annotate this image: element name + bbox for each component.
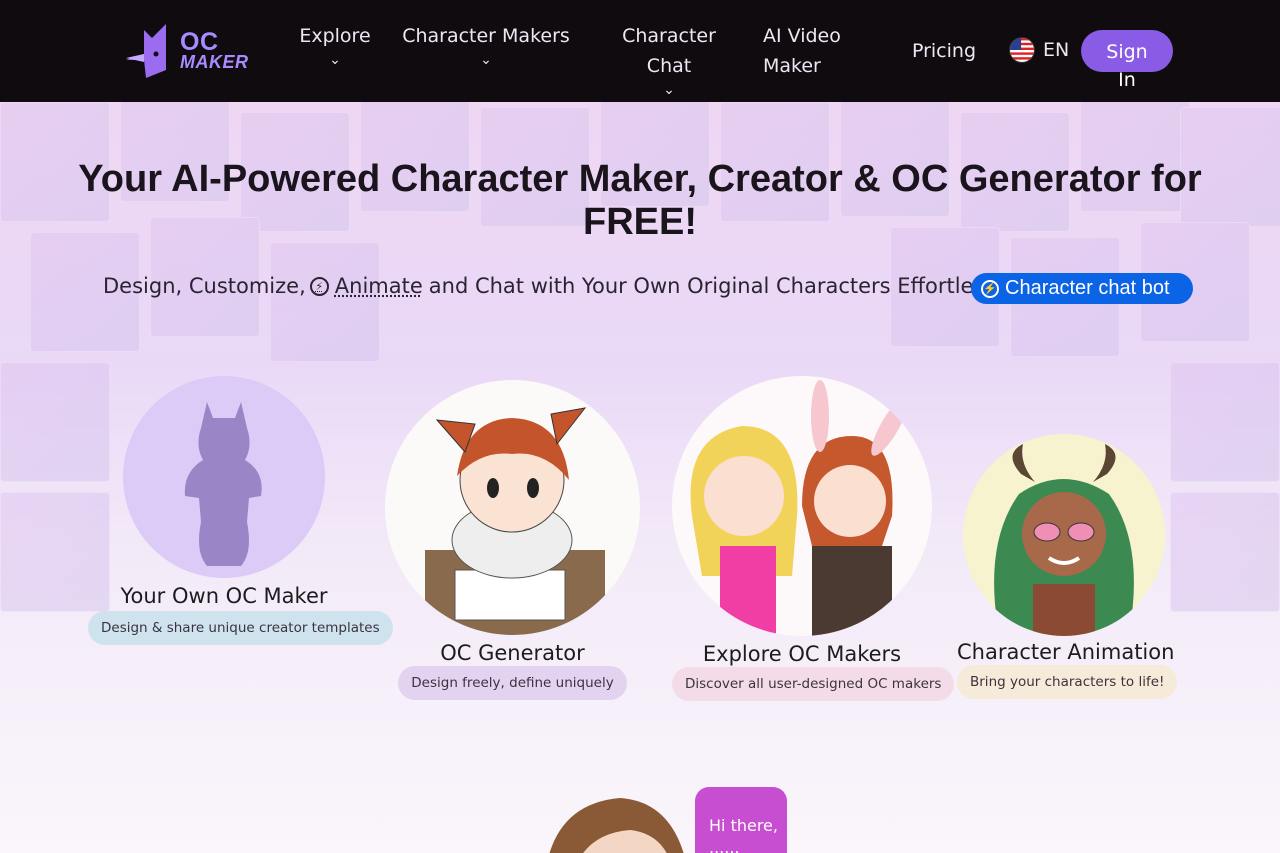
nav-ai-video-maker[interactable]: AI Video Maker <box>763 21 853 81</box>
chevron-down-icon: ⌄ <box>329 52 341 68</box>
oc-silhouette-image <box>123 376 325 578</box>
nav-character-makers-label: Character Makers <box>402 25 570 47</box>
card-title: Character Animation <box>957 640 1175 664</box>
nav-ai-video-label-line2: Maker <box>763 55 821 77</box>
nav-character-makers[interactable]: Character Makers ⌄ <box>402 21 570 67</box>
card-title: Explore OC Makers <box>702 642 902 666</box>
silhouette-icon <box>184 402 262 566</box>
card-your-own-oc-maker[interactable]: Your Own OC Maker Design & share unique … <box>88 376 393 645</box>
card-character-animation[interactable]: Character Animation Bring your character… <box>957 434 1178 699</box>
nav-explore-label: Explore <box>299 25 371 47</box>
card-title: OC Generator <box>440 641 585 665</box>
nav-character-chat-label: Character Chat <box>622 25 716 77</box>
chat-avatar-illustration <box>549 798 684 853</box>
character-chat-bot-button[interactable]: ⚡ Character chat bot <box>971 273 1193 304</box>
card-badge: Bring your characters to life! <box>957 665 1178 699</box>
hero-section: Your AI-Powered Character Maker, Creator… <box>0 102 1280 853</box>
nav-character-chat[interactable]: Character Chat ⌄ <box>597 21 741 97</box>
bolt-icon: ⚡ <box>309 276 329 296</box>
sign-in-button[interactable]: Sign In <box>1081 30 1173 91</box>
logo-line-1: OC <box>180 28 219 56</box>
language-selector[interactable]: EN <box>1009 37 1069 63</box>
us-flag-icon <box>1009 37 1035 63</box>
animate-link-label: Animate <box>334 274 423 298</box>
card-explore-oc-makers[interactable]: Explore OC Makers Discover all user-desi… <box>672 376 955 701</box>
top-navbar: OC MAKER Explore ⌄ Character Makers ⌄ Ch… <box>0 0 1280 102</box>
language-label: EN <box>1043 39 1070 61</box>
card-title: Your Own OC Maker <box>120 584 328 608</box>
chevron-down-icon: ⌄ <box>480 52 492 68</box>
card-badge: Design & share unique creator templates <box>88 611 393 645</box>
bolt-icon: ⚡ <box>981 279 999 298</box>
hero-title: Your AI-Powered Character Maker, Creator… <box>78 158 1202 243</box>
card-badge: Design freely, define uniquely <box>398 666 627 700</box>
nav-pricing-label: Pricing <box>911 40 977 62</box>
chat-bot-label: Character chat bot <box>1005 277 1170 299</box>
nav-ai-video-label-line1: AI Video <box>763 25 841 47</box>
chat-bubble: Hi there, ...... <box>695 787 787 853</box>
chat-bubble-line2: ...... <box>709 838 740 853</box>
two-girls-illustration <box>690 380 909 636</box>
logo-line-2: MAKER <box>180 52 249 72</box>
animate-link[interactable]: ⚡ Animate <box>309 274 423 298</box>
drawing-girl-illustration <box>425 407 605 635</box>
subtitle-prefix: Design, Customize, <box>103 274 306 298</box>
character-animation-image <box>963 434 1165 636</box>
horned-girl-illustration <box>994 444 1134 636</box>
chat-bubble-line1: Hi there, <box>709 816 778 835</box>
oc-maker-logo[interactable]: OC MAKER <box>122 24 249 80</box>
subtitle-suffix: and Chat with Your Own Original Characte… <box>428 274 1018 298</box>
card-oc-generator[interactable]: OC Generator Design freely, define uniqu… <box>385 380 640 700</box>
hero-subtitle: Design, Customize, ⚡ Animate and Chat wi… <box>103 274 1017 298</box>
nav-explore[interactable]: Explore ⌄ <box>296 21 374 67</box>
sign-in-label: Sign In <box>1106 41 1148 91</box>
logo-wordmark: OC MAKER <box>180 28 249 73</box>
nav-pricing[interactable]: Pricing <box>910 36 978 66</box>
oc-generator-image <box>385 380 640 635</box>
chevron-down-icon: ⌄ <box>663 82 675 98</box>
card-badge: Discover all user-designed OC makers <box>672 667 955 701</box>
logo-mark-icon <box>126 24 166 78</box>
explore-makers-image <box>672 376 932 636</box>
